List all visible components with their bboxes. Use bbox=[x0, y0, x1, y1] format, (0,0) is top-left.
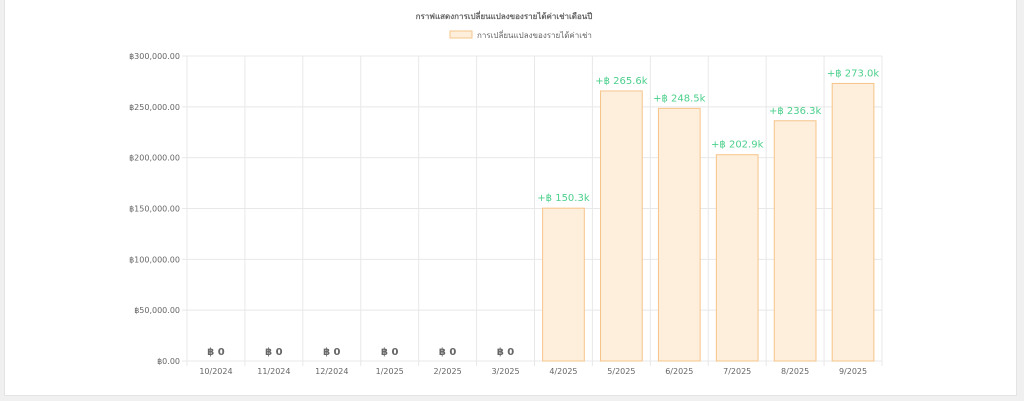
data-label: ฿ 0 bbox=[323, 347, 340, 358]
x-tick-label: 8/2025 bbox=[781, 367, 809, 376]
bar[interactable] bbox=[542, 207, 585, 362]
data-label: +฿ 273.0k bbox=[827, 68, 880, 79]
y-tick-label: ฿0.00 bbox=[157, 357, 180, 366]
y-tick-label: ฿50,000.00 bbox=[134, 306, 180, 315]
chart-title: กราฟแสดงการเปลี่ยนแปลงของรายได้ค่าเช่าเด… bbox=[416, 10, 593, 21]
y-tick-label: ฿200,000.00 bbox=[129, 154, 180, 163]
x-tick-label: 3/2025 bbox=[491, 367, 519, 376]
y-tick-label: ฿300,000.00 bbox=[129, 52, 180, 61]
bar[interactable] bbox=[831, 82, 875, 362]
bar[interactable] bbox=[715, 154, 759, 362]
x-tick-label: 10/2024 bbox=[199, 367, 232, 376]
legend[interactable]: การเปลี่ยนแปลงของรายได้ค่าเช่า bbox=[449, 29, 592, 40]
x-tick-label: 5/2025 bbox=[607, 367, 635, 376]
bar[interactable] bbox=[657, 107, 701, 362]
data-label: ฿ 0 bbox=[439, 347, 456, 358]
data-label: +฿ 236.3k bbox=[769, 106, 822, 117]
x-tick-label: 1/2025 bbox=[376, 367, 404, 376]
x-axis-ticks: 10/2024 11/2024 12/2024 1/2025 2/2025 3/2025 4… bbox=[199, 367, 867, 376]
legend-swatch bbox=[449, 30, 473, 39]
x-tick-label: 4/2025 bbox=[549, 367, 577, 376]
bar[interactable] bbox=[600, 90, 643, 362]
data-label: ฿ 0 bbox=[207, 347, 224, 358]
data-label: +฿ 265.6k bbox=[595, 76, 648, 87]
x-tick-label: 12/2024 bbox=[315, 367, 348, 376]
data-label: ฿ 0 bbox=[265, 347, 282, 358]
x-tick-label: 9/2025 bbox=[839, 367, 867, 376]
y-tick-label: ฿150,000.00 bbox=[129, 205, 180, 214]
y-axis-ticks: ฿0.00 ฿50,000.00 ฿100,000.00 ฿150,000.00 ฿20… bbox=[129, 52, 180, 366]
bar[interactable] bbox=[773, 120, 817, 362]
x-tick-label: 2/2025 bbox=[434, 367, 462, 376]
x-tick-label: 7/2025 bbox=[723, 367, 751, 376]
legend-label: การเปลี่ยนแปลงของรายได้ค่าเช่า bbox=[477, 29, 592, 40]
bar-chart: กราฟแสดงการเปลี่ยนแปลงของรายได้ค่าเช่าเด… bbox=[129, 10, 883, 376]
data-label: +฿ 248.5k bbox=[653, 93, 706, 104]
data-label: +฿ 150.3k bbox=[537, 193, 590, 204]
y-tick-label: ฿250,000.00 bbox=[129, 103, 180, 112]
data-label: ฿ 0 bbox=[381, 347, 398, 358]
x-tick-label: 6/2025 bbox=[665, 367, 693, 376]
data-label: ฿ 0 bbox=[497, 347, 514, 358]
data-label: +฿ 202.9k bbox=[711, 140, 764, 151]
y-tick-label: ฿100,000.00 bbox=[129, 255, 180, 264]
x-tick-label: 11/2024 bbox=[257, 367, 290, 376]
